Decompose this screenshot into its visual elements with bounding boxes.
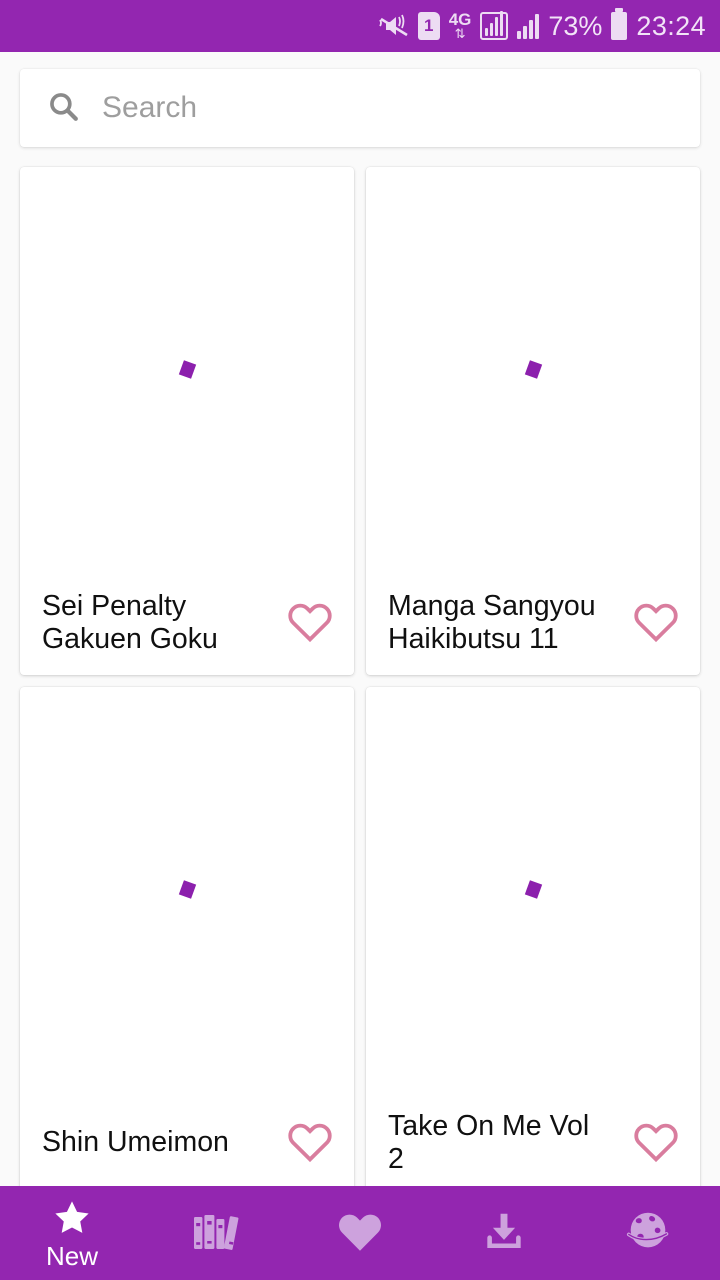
manga-title: Manga Sangyou Haikibutsu 11 (388, 589, 596, 655)
heart-outline-icon[interactable] (286, 1119, 334, 1168)
status-bar: 1 4G ⇅ 73% 23:24 (0, 0, 720, 52)
manga-card[interactable]: Take On Me Vol 2 (366, 687, 700, 1195)
heart-filled-icon (335, 1208, 385, 1254)
manga-title: Take On Me Vol 2 (388, 1109, 590, 1175)
heart-outline-icon[interactable] (286, 599, 334, 648)
cover-placeholder (366, 687, 700, 1091)
nav-label-new: New (45, 1241, 98, 1271)
loading-indicator-icon (178, 359, 196, 379)
nav-item-library[interactable] (144, 1186, 288, 1280)
globe-icon (622, 1206, 674, 1256)
heart-outline-icon[interactable] (632, 1119, 680, 1168)
vibrate-mute-icon (377, 11, 409, 41)
manga-card[interactable]: Shin Umeimon (20, 687, 354, 1195)
card-footer: Shin Umeimon (20, 1091, 354, 1195)
manga-card[interactable]: Sei Penalty Gakuen Goku (20, 167, 354, 675)
card-footer: Sei Penalty Gakuen Goku (20, 571, 354, 675)
nav-item-new[interactable]: New (0, 1186, 144, 1280)
loading-indicator-icon (524, 879, 542, 899)
card-footer: Manga Sangyou Haikibutsu 11 (366, 571, 700, 675)
signal-bars-boxed-icon (480, 11, 509, 40)
search-section (0, 52, 720, 147)
battery-icon (611, 8, 628, 40)
card-footer: Take On Me Vol 2 (366, 1091, 700, 1195)
cover-placeholder (20, 167, 354, 571)
cover-placeholder (366, 167, 700, 571)
network-type-4g-icon: 4G ⇅ (449, 11, 472, 41)
manga-title: Sei Penalty Gakuen Goku (42, 589, 218, 655)
manga-grid: Sei Penalty Gakuen Goku Manga Sangyou Ha… (0, 147, 720, 1195)
loading-indicator-icon (524, 359, 542, 379)
sim-label: 1 (423, 16, 434, 35)
star-icon (50, 1197, 94, 1239)
bottom-navigation: New (0, 1186, 720, 1280)
nav-item-favorites[interactable] (288, 1186, 432, 1280)
search-icon (46, 89, 80, 128)
manga-title: Shin Umeimon (42, 1126, 229, 1159)
clock-label: 23:24 (636, 10, 706, 41)
sim-card-1-icon: 1 (417, 12, 440, 40)
battery-percent-label: 73% (548, 10, 603, 41)
network-arrows: ⇅ (454, 25, 466, 41)
nav-item-downloads[interactable] (432, 1186, 576, 1280)
signal-bars-icon (517, 13, 540, 39)
search-input[interactable] (102, 91, 674, 125)
heart-outline-icon[interactable] (632, 599, 680, 648)
manga-card[interactable]: Manga Sangyou Haikibutsu 11 (366, 167, 700, 675)
cover-placeholder (20, 687, 354, 1091)
search-bar[interactable] (20, 69, 700, 147)
nav-item-browse[interactable] (576, 1186, 720, 1280)
books-library-icon (190, 1207, 242, 1255)
download-icon (480, 1208, 528, 1254)
loading-indicator-icon (178, 879, 196, 899)
